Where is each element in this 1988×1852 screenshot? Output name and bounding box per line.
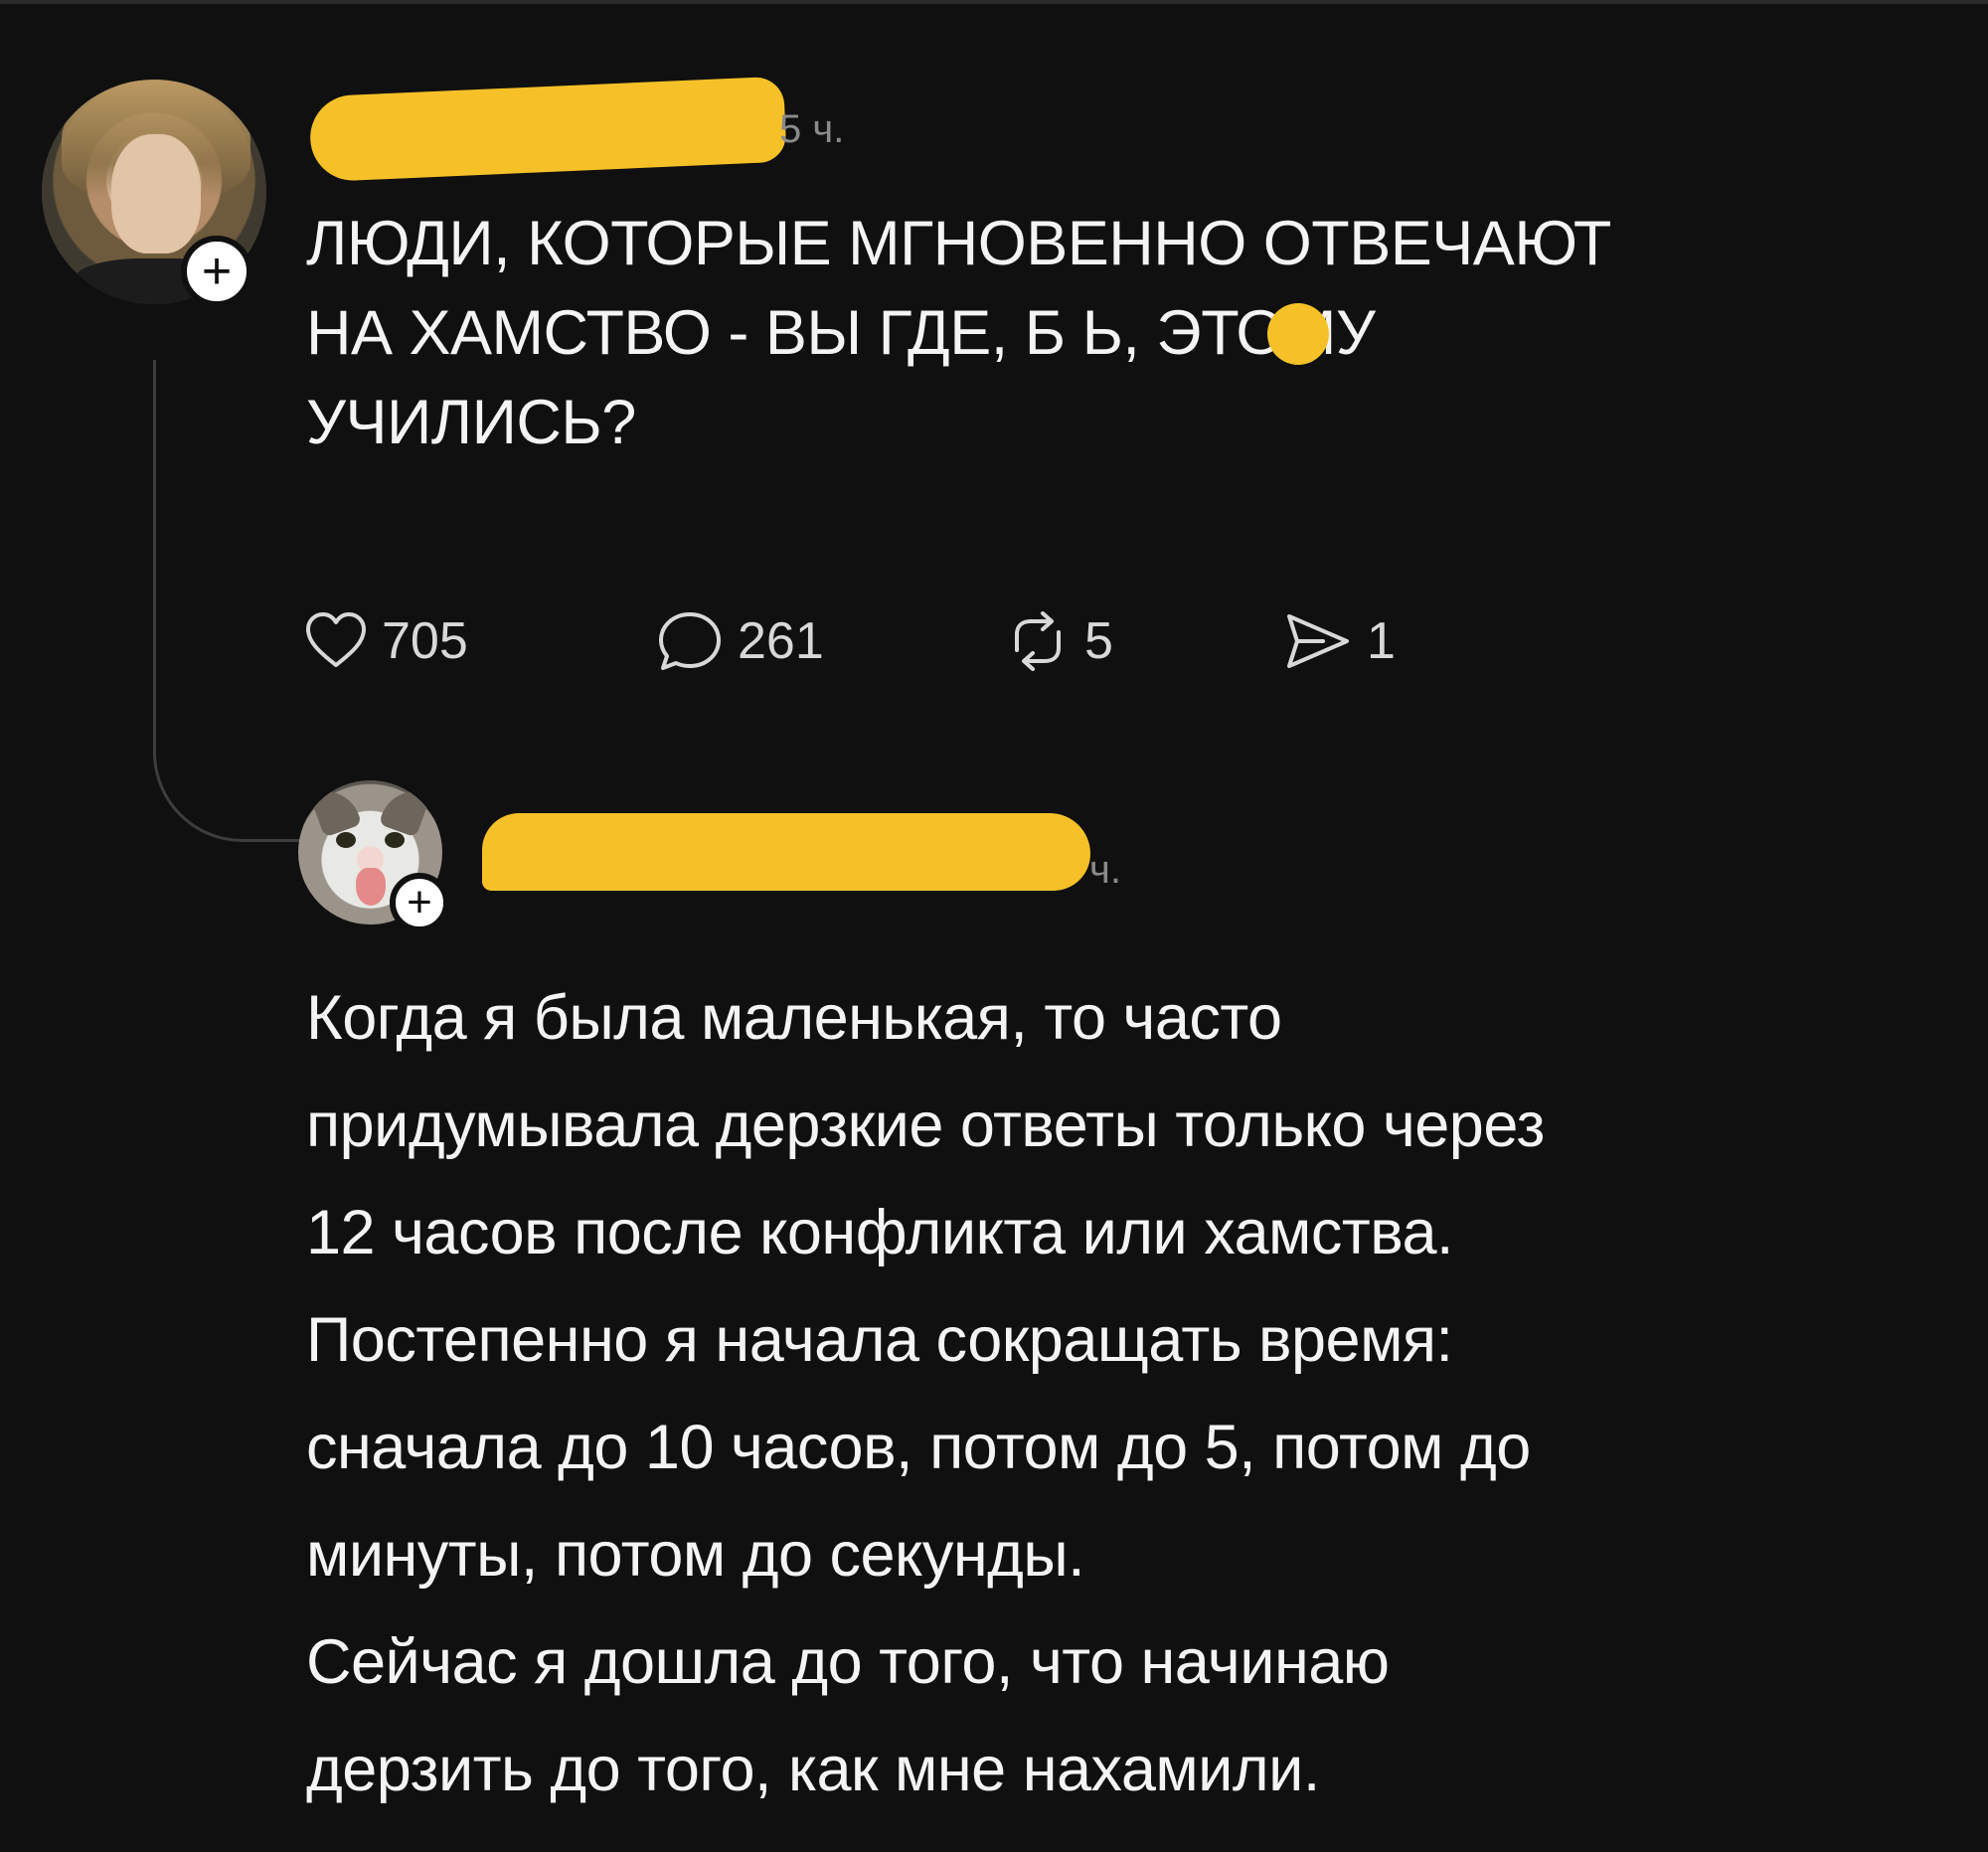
comment-button[interactable]: 261 [656, 596, 824, 686]
reply-follow-button[interactable]: + [390, 873, 449, 932]
like-button[interactable]: 705 [304, 596, 468, 686]
avatar-cat-ear-right [378, 782, 431, 838]
thread-connector-line [153, 360, 302, 842]
redacted-word-mark [1267, 303, 1329, 365]
reply-line-6: минуты, потом до секунды. [306, 1520, 1085, 1590]
avatar-cat-tongue [356, 868, 386, 906]
reply-line-7: Сейчас я дошла до того, что начинаю [306, 1627, 1390, 1697]
plus-icon: + [407, 878, 432, 926]
reply-line-8: дерзить до того, как мне нахамили. [306, 1735, 1320, 1804]
post-line-3: УЧИЛИСЬ? [306, 388, 636, 457]
repost-button[interactable]: 5 [1005, 596, 1113, 686]
reply-line-4: Постепенно я начала сокращать время: [306, 1305, 1453, 1375]
avatar-face [111, 134, 201, 253]
post-timestamp: 5 ч. [779, 107, 845, 151]
avatar-cat-eye-left [336, 832, 356, 848]
reply-timestamp: ч. [1089, 848, 1121, 892]
send-arrow-icon [1283, 610, 1353, 672]
follow-button[interactable]: + [181, 236, 252, 307]
post-line-2: НА ХАМСТВО - ВЫ ГДЕ, Б Ь, ЭТОМУ [306, 298, 1376, 368]
post-line-1: ЛЮДИ, КОТОРЫЕ МГНОВЕННО ОТВЕЧАЮТ [306, 209, 1611, 278]
avatar-cat-ear-left [309, 782, 363, 838]
speech-bubble-icon [656, 609, 724, 673]
comment-count: 261 [738, 612, 824, 670]
repost-count: 5 [1084, 612, 1113, 670]
reply-line-1: Когда я была маленькая, то часто [306, 983, 1282, 1053]
plus-icon: + [201, 243, 233, 300]
share-count: 1 [1367, 612, 1396, 670]
redacted-reply-author-name [482, 813, 1090, 891]
reply-line-5: сначала до 10 часов, потом до 5, потом д… [306, 1413, 1531, 1482]
like-count: 705 [382, 612, 468, 670]
post-body: ЛЮДИ, КОТОРЫЕ МГНОВЕННО ОТВЕЧАЮТ НА ХАМС… [306, 199, 1857, 467]
repost-arrows-icon [1005, 610, 1071, 672]
share-button[interactable]: 1 [1283, 596, 1396, 686]
heart-icon [304, 611, 368, 671]
reply-line-3: 12 часов после конфликта или хамства. [306, 1198, 1454, 1267]
reply-line-2: придумывала дерзкие ответы только через [306, 1091, 1545, 1160]
avatar-cat-eye-right [385, 832, 405, 848]
redacted-author-name [308, 76, 787, 183]
top-edge-divider [0, 0, 1988, 4]
reply-body: Когда я была маленькая, то часто придумы… [306, 964, 1936, 1823]
